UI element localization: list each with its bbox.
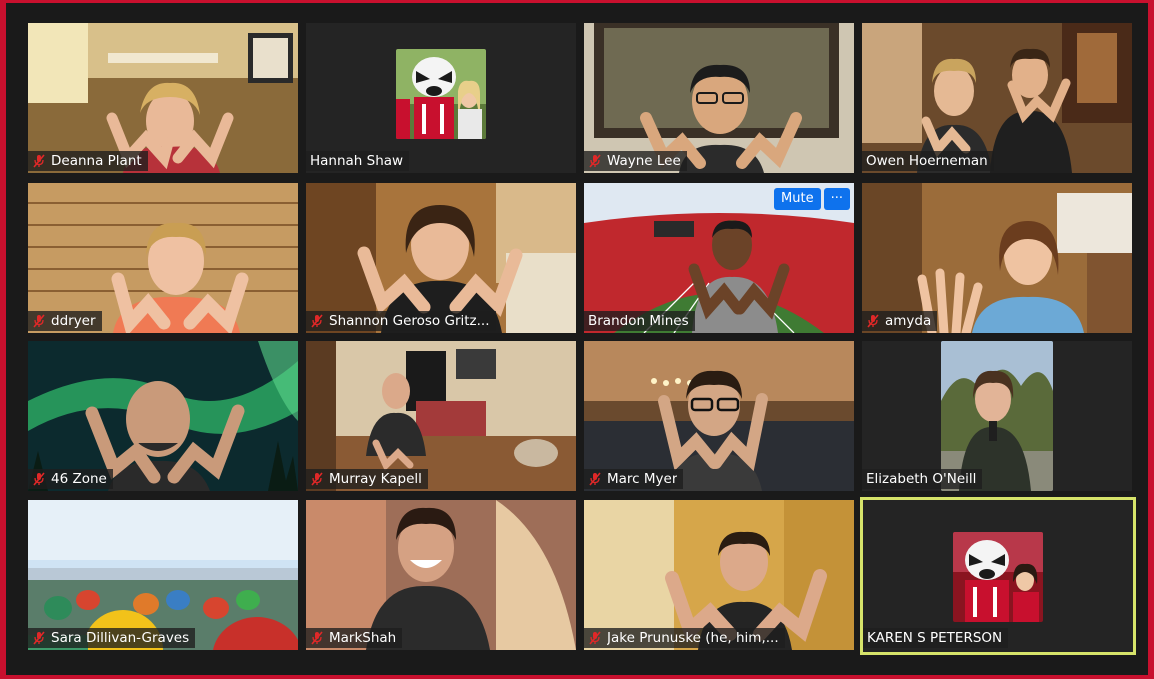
participant-name-label: 46 Zone	[28, 469, 113, 489]
participant-tile[interactable]: ddryer	[28, 183, 298, 333]
gallery-grid: Deanna Plant Hannah Shaw Wayne Lee Owen …	[28, 23, 1138, 655]
participant-tile[interactable]: Murray Kapell	[306, 341, 576, 491]
participant-name: KAREN S PETERSON	[867, 630, 1003, 646]
participant-tile[interactable]: Shannon Geroso Gritz...	[306, 183, 576, 333]
mic-muted-icon	[310, 472, 324, 486]
participant-tile[interactable]: Deanna Plant	[28, 23, 298, 173]
participant-name-label: KAREN S PETERSON	[863, 628, 1009, 648]
participant-name: Jake Prunuske (he, him,...	[607, 630, 779, 646]
participant-name: Brandon Mines	[588, 313, 689, 329]
participant-name: Wayne Lee	[607, 153, 681, 169]
participant-name-label: Shannon Geroso Gritz...	[306, 311, 496, 331]
mic-muted-icon	[32, 472, 46, 486]
participant-tile[interactable]: 46 Zone	[28, 341, 298, 491]
participant-tile[interactable]: Marc Myer	[584, 341, 854, 491]
hover-controls: Mute ···	[774, 188, 850, 210]
profile-picture	[396, 49, 486, 139]
participant-name-label: Elizabeth O'Neill	[862, 469, 983, 489]
participant-tile[interactable]: Sara Dillivan-Graves	[28, 500, 298, 650]
participant-name-label: Wayne Lee	[584, 151, 687, 171]
mic-muted-icon	[310, 631, 324, 645]
participant-name: Marc Myer	[607, 471, 678, 487]
participant-name: Sara Dillivan-Graves	[51, 630, 190, 646]
participant-name: ddryer	[51, 313, 96, 329]
participant-name-label: Owen Hoerneman	[862, 151, 994, 171]
participant-name-label: Sara Dillivan-Graves	[28, 628, 196, 648]
participant-tile[interactable]: Mute ··· Brandon Mines	[584, 183, 854, 333]
participant-name-label: Murray Kapell	[306, 469, 428, 489]
participant-tile[interactable]: Hannah Shaw	[306, 23, 576, 173]
participant-name: Hannah Shaw	[310, 153, 404, 169]
mic-muted-icon	[588, 631, 602, 645]
participant-tile[interactable]: Wayne Lee	[584, 23, 854, 173]
mic-muted-icon	[866, 314, 880, 328]
profile-picture	[953, 532, 1043, 622]
participant-name: Murray Kapell	[329, 471, 422, 487]
more-options-button[interactable]: ···	[823, 188, 850, 210]
mic-muted-icon	[32, 631, 46, 645]
participant-name: amyda	[885, 313, 932, 329]
participant-name-label: ddryer	[28, 311, 102, 331]
participant-name-label: Jake Prunuske (he, him,...	[584, 628, 785, 648]
participant-name: Shannon Geroso Gritz...	[329, 313, 490, 329]
participant-name-label: Brandon Mines	[584, 311, 695, 331]
participant-tile[interactable]: MarkShah	[306, 500, 576, 650]
meeting-window: Deanna Plant Hannah Shaw Wayne Lee Owen …	[6, 3, 1148, 675]
participant-name-label: Deanna Plant	[28, 151, 148, 171]
participant-name: Elizabeth O'Neill	[866, 471, 977, 487]
mic-muted-icon	[310, 314, 324, 328]
active-speaker-tile[interactable]: KAREN S PETERSON	[860, 497, 1136, 655]
participant-tile[interactable]: Owen Hoerneman	[862, 23, 1132, 173]
participant-name-label: Marc Myer	[584, 469, 684, 489]
mic-muted-icon	[588, 472, 602, 486]
participant-name-label: amyda	[862, 311, 938, 331]
participant-name-label: MarkShah	[306, 628, 403, 648]
participant-tile[interactable]: amyda	[862, 183, 1132, 333]
participant-tile[interactable]: Elizabeth O'Neill	[862, 341, 1132, 491]
participant-tile[interactable]: Jake Prunuske (he, him,...	[584, 500, 854, 650]
participant-name: Owen Hoerneman	[866, 153, 988, 169]
participant-name: MarkShah	[329, 630, 397, 646]
mic-muted-icon	[32, 314, 46, 328]
mic-muted-icon	[32, 154, 46, 168]
participant-name: Deanna Plant	[51, 153, 142, 169]
participant-name: 46 Zone	[51, 471, 107, 487]
participant-name-label: Hannah Shaw	[306, 151, 410, 171]
mute-participant-button[interactable]: Mute	[774, 188, 821, 210]
mic-muted-icon	[588, 154, 602, 168]
